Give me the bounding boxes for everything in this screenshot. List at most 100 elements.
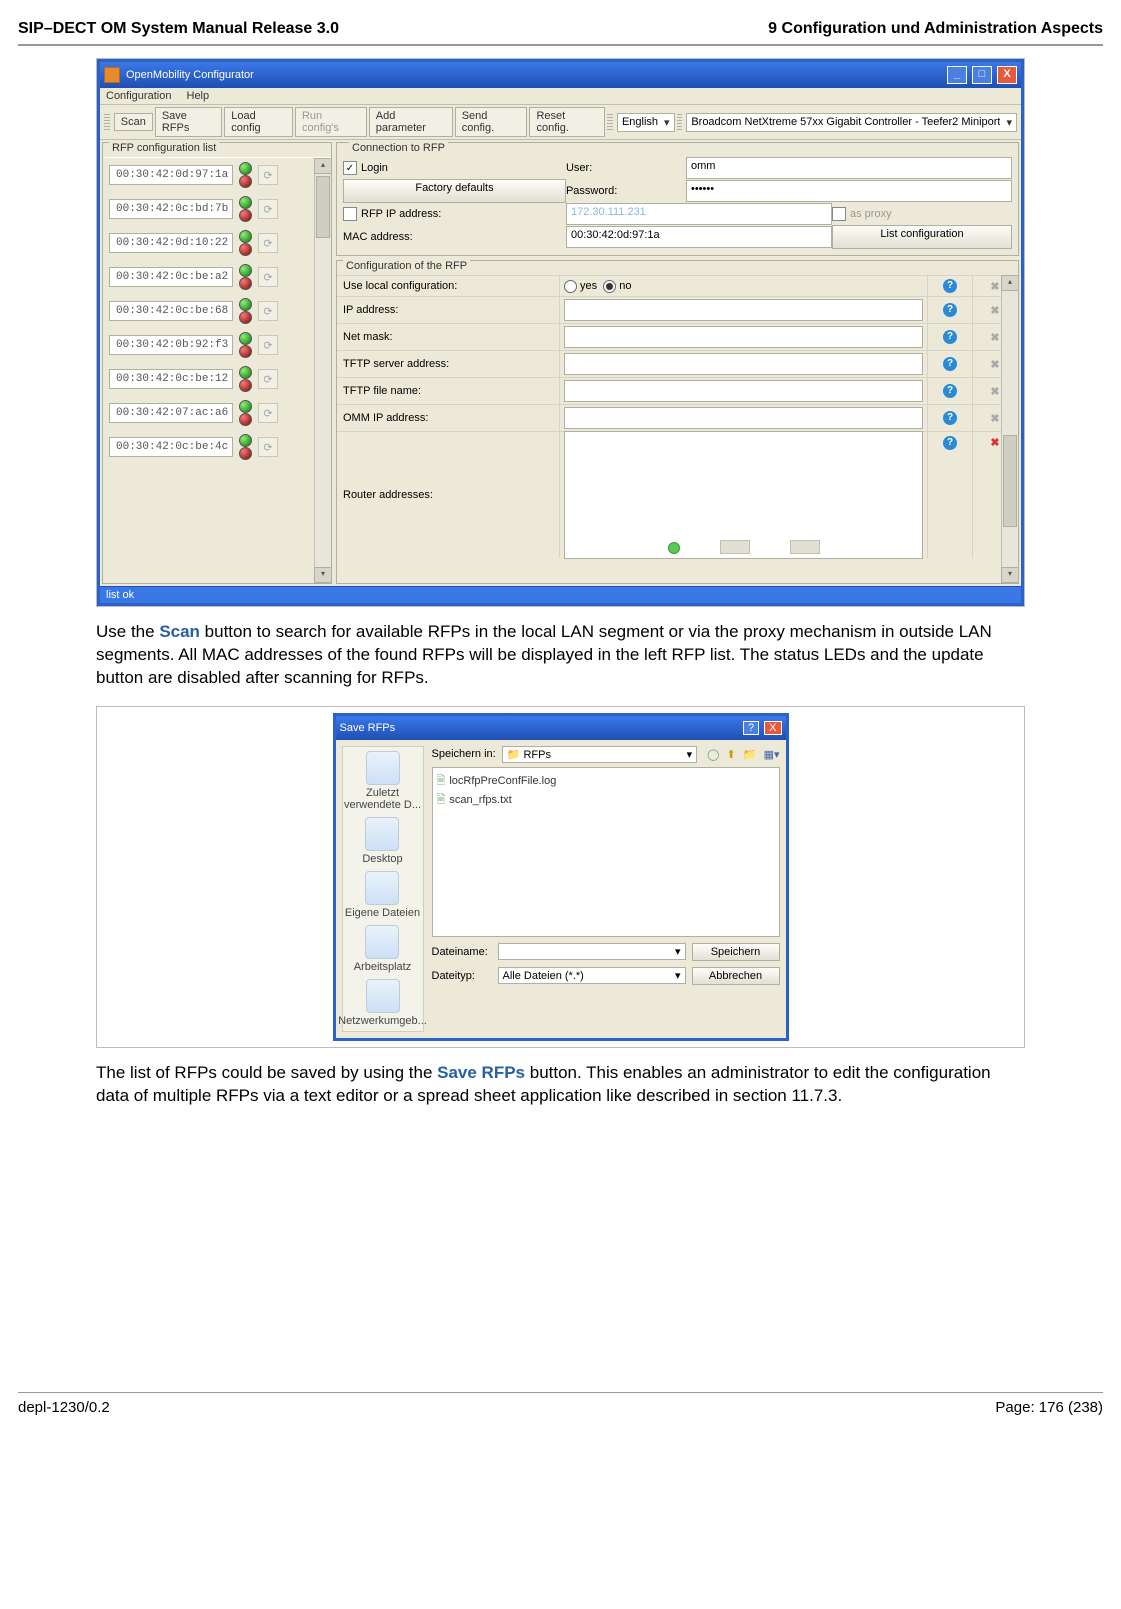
netmask-input[interactable] [564,326,923,348]
dialog-close-button[interactable]: X [764,721,781,735]
file-item[interactable]: locRfpPreConfFile.log [437,772,775,791]
rfp-row[interactable]: 00:30:42:0c:be:12⟳ [103,362,331,396]
add-router-icon[interactable] [668,542,680,554]
refresh-icon[interactable]: ⟳ [258,267,278,287]
header-right: 9 Configuration und Administration Aspec… [768,20,1103,38]
factory-defaults-button[interactable]: Factory defaults [343,179,566,203]
help-icon[interactable]: ? [943,384,957,398]
help-icon[interactable]: ? [943,411,957,425]
refresh-icon[interactable]: ⟳ [258,301,278,321]
dialog-titlebar: Save RFPs ? X [336,716,786,740]
cancel-button[interactable]: Abbrechen [692,967,780,985]
send-config-button[interactable]: Send config. [455,107,528,137]
password-input[interactable]: •••••• [686,180,1012,202]
rfp-list-scrollbar[interactable]: ▴▾ [314,158,331,583]
save-button[interactable]: Speichern [692,943,780,961]
toolbar-handle [104,112,110,132]
help-icon[interactable]: ? [943,357,957,371]
led-green-icon [239,264,252,277]
router-slot[interactable] [720,540,750,554]
place-network[interactable]: Netzwerkumgeb... [338,979,427,1027]
place-mydocs[interactable]: Eigene Dateien [345,871,420,919]
refresh-icon[interactable]: ⟳ [258,335,278,355]
refresh-icon[interactable]: ⟳ [258,437,278,457]
maximize-button[interactable]: □ [972,66,992,84]
views-icon[interactable]: ▦▾ [764,749,780,761]
new-folder-icon[interactable]: 📁 [743,749,757,761]
figure-configurator: OpenMobility Configurator _ □ X Configur… [96,58,1025,607]
file-item[interactable]: scan_rfps.txt [437,791,775,810]
led-green-icon [239,366,252,379]
led-red-icon [239,345,252,358]
footer-left: depl-1230/0.2 [18,1399,110,1416]
refresh-icon[interactable]: ⟳ [258,369,278,389]
toolbar-handle [607,112,613,132]
router-input[interactable] [564,431,923,559]
place-recent[interactable]: Zuletzt verwendete D... [343,751,423,811]
rfp-row[interactable]: 00:30:42:0c:be:4c⟳ [103,430,331,464]
rfp-row[interactable]: 00:30:42:0d:10:22⟳ [103,226,331,260]
language-select[interactable]: English▾ [617,113,675,132]
place-desktop[interactable]: Desktop [362,817,402,865]
up-icon[interactable]: ⬆ [727,749,736,761]
close-button[interactable]: X [997,66,1017,84]
filetype-select[interactable]: Alle Dateien (*.*)▾ [498,967,686,984]
rfp-row[interactable]: 00:30:42:07:ac:a6⟳ [103,396,331,430]
tftp-server-input[interactable] [564,353,923,375]
led-green-icon [239,298,252,311]
config-title: Configuration of the RFP [343,260,470,272]
add-parameter-button[interactable]: Add parameter [369,107,453,137]
filename-input[interactable]: ▾ [498,943,686,960]
mac-input[interactable]: 00:30:42:0d:97:1a [566,226,832,248]
ip-input[interactable] [564,299,923,321]
refresh-icon[interactable]: ⟳ [258,165,278,185]
minimize-button[interactable]: _ [947,66,967,84]
refresh-icon[interactable]: ⟳ [258,403,278,423]
refresh-icon[interactable]: ⟳ [258,233,278,253]
save-dialog: Save RFPs ? X Zuletzt verwendete D... De… [333,713,789,1041]
led-green-icon [239,434,252,447]
tftp-file-input[interactable] [564,380,923,402]
config-scrollbar[interactable]: ▴▾ [1001,275,1018,583]
use-local-yes-radio[interactable] [564,280,577,293]
list-configuration-button[interactable]: List configuration [832,225,1012,249]
login-checkbox[interactable] [343,161,357,175]
help-icon[interactable]: ? [943,279,957,293]
user-input[interactable]: omm [686,157,1012,179]
row-netmask: Net mask: ? ✖ [337,323,1018,350]
help-icon[interactable]: ? [943,330,957,344]
rfp-list-panel: RFP configuration list 00:30:42:0d:97:1a… [102,142,332,584]
led-green-icon [239,332,252,345]
file-list[interactable]: locRfpPreConfFile.log scan_rfps.txt [432,767,780,937]
scan-button[interactable]: Scan [114,113,153,131]
omm-ip-input[interactable] [564,407,923,429]
router-slot[interactable] [790,540,820,554]
nic-select[interactable]: Broadcom NetXtreme 57xx Gigabit Controll… [686,113,1017,132]
page-header: SIP–DECT OM System Manual Release 3.0 9 … [18,20,1103,46]
rfp-row[interactable]: 00:30:42:0c:be:a2⟳ [103,260,331,294]
load-config-button[interactable]: Load config [224,107,293,137]
rfp-row[interactable]: 00:30:42:0c:be:68⟳ [103,294,331,328]
use-local-no-radio[interactable] [603,280,616,293]
dialog-help-button[interactable]: ? [743,721,759,735]
save-rfps-button[interactable]: Save RFPs [155,107,222,137]
back-icon[interactable]: ◯ [707,749,719,761]
folder-select[interactable]: 📁 RFPs▾ [502,746,697,763]
delete-icon[interactable]: ✖ [990,436,999,449]
help-icon[interactable]: ? [943,436,957,450]
menu-help[interactable]: Help [187,90,210,102]
reset-config-button[interactable]: Reset config. [529,107,605,137]
help-icon[interactable]: ? [943,303,957,317]
footer-right: Page: 176 (238) [995,1399,1103,1416]
row-omm-ip: OMM IP address: ? ✖ [337,404,1018,431]
connection-title: Connection to RFP [349,142,448,154]
menu-configuration[interactable]: Configuration [106,90,171,102]
rfp-row[interactable]: 00:30:42:0b:92:f3⟳ [103,328,331,362]
place-computer[interactable]: Arbeitsplatz [354,925,411,973]
row-tftp-server: TFTP server address: ? ✖ [337,350,1018,377]
rfp-row[interactable]: 00:30:42:0c:bd:7b⟳ [103,192,331,226]
rfp-row[interactable]: 00:30:42:0d:97:1a⟳ [103,158,331,192]
delete-icon: ✖ [990,280,999,293]
refresh-icon[interactable]: ⟳ [258,199,278,219]
rfp-ip-checkbox[interactable] [343,207,357,221]
